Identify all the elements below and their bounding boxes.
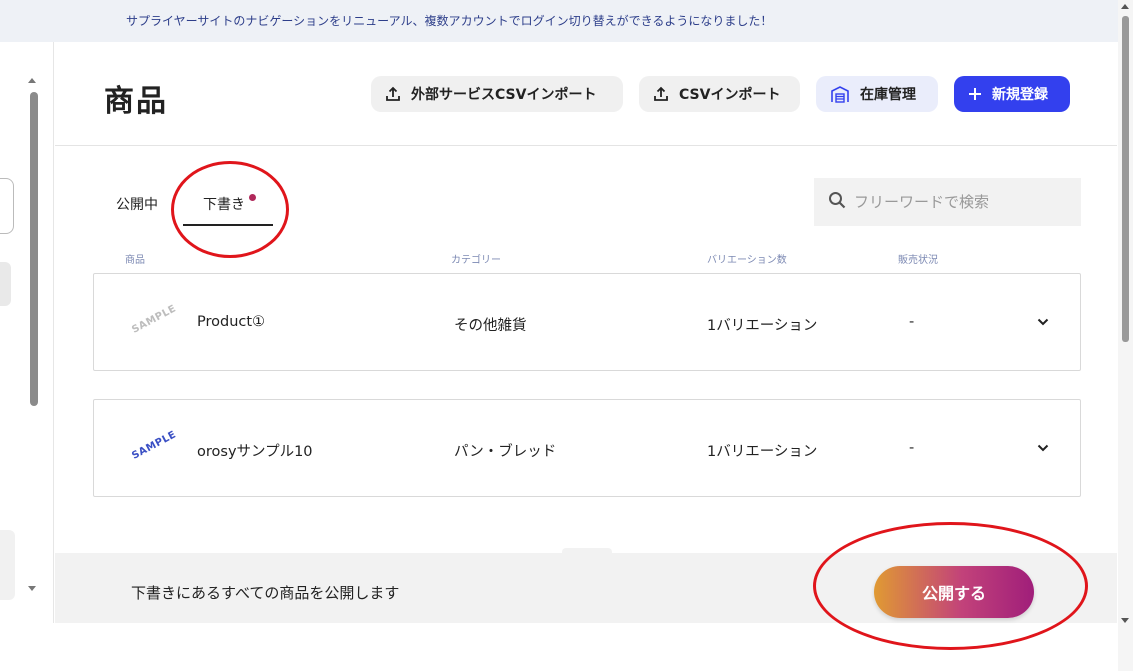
scroll-up-arrow-icon[interactable] — [1121, 4, 1129, 9]
announcement-banner: サプライヤーサイトのナビゲーションをリニューアル、複数アカウントでログイン切り替… — [0, 0, 1118, 42]
scrollbar-thumb[interactable] — [1122, 16, 1129, 342]
notification-dot — [249, 194, 256, 201]
left-panel — [0, 42, 54, 623]
product-name: orosyサンプル10 — [197, 444, 313, 460]
plus-icon — [968, 87, 982, 101]
page-title: 商品 — [104, 84, 168, 119]
product-category: パン・ブレッド — [454, 444, 557, 460]
csv-import-label: CSVインポート — [679, 87, 781, 103]
chevron-down-icon[interactable] — [1036, 440, 1050, 459]
product-sales-status: - — [909, 314, 915, 330]
external-csv-import-button[interactable]: 外部サービスCSVインポート — [371, 76, 623, 112]
left-panel-card[interactable] — [0, 178, 14, 234]
upload-icon — [653, 86, 669, 102]
tab-published[interactable]: 公開中 — [116, 194, 158, 214]
scroll-down-arrow-icon[interactable] — [28, 586, 36, 591]
inventory-management-button[interactable]: 在庫管理 — [816, 76, 938, 112]
table-row[interactable]: SAMPLE Product① その他雑貨 1バリエーション - — [93, 273, 1081, 371]
search-input[interactable] — [854, 193, 1064, 211]
column-header-sales-status: 販売状況 — [898, 255, 938, 266]
new-register-button[interactable]: 新規登録 — [954, 76, 1070, 112]
warehouse-icon — [830, 85, 850, 103]
search-icon — [828, 191, 846, 213]
page-scrollbar[interactable] — [1118, 0, 1133, 671]
search-box[interactable] — [814, 178, 1081, 226]
tab-drafts[interactable]: 下書き — [203, 194, 245, 214]
csv-import-button[interactable]: CSVインポート — [639, 76, 800, 112]
publish-all-message: 下書きにあるすべての商品を公開します — [131, 584, 400, 602]
product-name: Product① — [197, 314, 266, 330]
new-register-label: 新規登録 — [992, 87, 1048, 103]
upload-icon — [385, 86, 401, 102]
column-header-variations: バリエーション数 — [707, 255, 787, 266]
active-tab-indicator — [183, 224, 273, 226]
external-csv-import-label: 外部サービスCSVインポート — [411, 87, 597, 103]
product-sales-status: - — [909, 440, 915, 456]
left-panel-scrollbar[interactable] — [30, 92, 38, 406]
table-row[interactable]: SAMPLE orosyサンプル10 パン・ブレッド 1バリエーション - — [93, 399, 1081, 497]
product-variations: 1バリエーション — [707, 318, 818, 334]
header-divider — [55, 145, 1117, 146]
left-panel-item[interactable] — [0, 530, 15, 600]
left-panel-item[interactable] — [0, 262, 11, 306]
footer-handle — [562, 548, 612, 556]
publish-button[interactable]: 公開する — [874, 566, 1034, 618]
column-header-category: カテゴリー — [451, 255, 501, 266]
scroll-down-arrow-icon[interactable] — [1121, 618, 1129, 623]
scroll-up-arrow-icon[interactable] — [28, 78, 36, 83]
banner-text: サプライヤーサイトのナビゲーションをリニューアル、複数アカウントでログイン切り替… — [126, 14, 773, 28]
chevron-down-icon[interactable] — [1036, 314, 1050, 333]
product-variations: 1バリエーション — [707, 444, 818, 460]
column-header-product: 商品 — [125, 255, 145, 266]
product-thumbnail: SAMPLE — [130, 429, 179, 462]
product-category: その他雑貨 — [454, 318, 527, 334]
product-thumbnail: SAMPLE — [130, 303, 179, 336]
publish-footer-bar: 下書きにあるすべての商品を公開します 公開する — [55, 548, 1117, 623]
inventory-management-label: 在庫管理 — [860, 87, 916, 103]
